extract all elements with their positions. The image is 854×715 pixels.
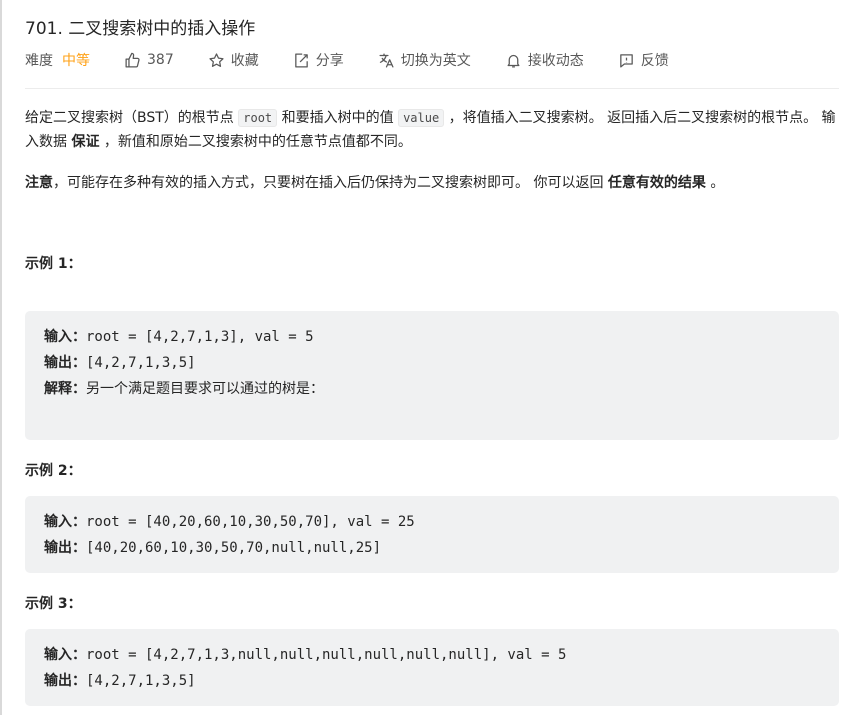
example-2-output-line: 输出：[40,20,60,10,30,50,70,null,null,25] <box>44 535 820 561</box>
description-text: ，可能存在多种有效的插入方式，只要树在插入后仍保持为二叉搜索树即可。 你可以返回 <box>53 175 608 191</box>
star-icon <box>208 52 225 69</box>
difficulty-label: 难度 <box>25 53 53 69</box>
page-title: 701. 二叉搜索树中的插入操作 <box>25 19 256 39</box>
header-divider <box>25 88 839 89</box>
example-2-output: [40,20,60,10,30,50,70,null,null,25] <box>86 540 382 556</box>
bold-guarantee: 保证 <box>71 134 100 150</box>
description-text: 给定二叉搜索树（BST）的根节点 <box>25 110 239 126</box>
switch-language-button[interactable]: 切换为英文 <box>378 50 471 70</box>
example-1-box: 输入：root = [4,2,7,1,3], val = 5 输出：[4,2,7… <box>25 311 839 440</box>
translate-icon <box>378 52 395 69</box>
input-label: 输入： <box>44 647 86 663</box>
feedback-label: 反馈 <box>640 53 669 69</box>
description-paragraph-1: 给定二叉搜索树（BST）的根节点 root 和要插入树中的值 value ，将值… <box>25 106 839 154</box>
example-2-box: 输入：root = [40,20,60,10,30,50,70], val = … <box>25 496 839 573</box>
share-button[interactable]: 分享 <box>293 50 344 70</box>
example-3-box: 输入：root = [4,2,7,1,3,null,null,null,null… <box>25 629 839 706</box>
example-3-input: root = [4,2,7,1,3,null,null,null,null,nu… <box>86 647 567 663</box>
description-paragraph-2: 注意，可能存在多种有效的插入方式，只要树在插入后仍保持为二叉搜索树即可。 你可以… <box>25 171 839 195</box>
example-3-title: 示例 3： <box>25 596 82 612</box>
notifications-label: 接收动态 <box>527 53 584 69</box>
example-3-output: [4,2,7,1,3,5] <box>86 673 196 689</box>
bold-note: 注意 <box>25 175 53 191</box>
share-icon <box>293 52 310 69</box>
example-1-explanation: 另一个满足题目要求可以通过的树是： <box>86 381 324 397</box>
input-label: 输入： <box>44 329 86 345</box>
problem-meta-bar: 难度 中等 387 收藏 分享 切换为英文 接收动态 反馈 <box>25 50 669 70</box>
output-label: 输出： <box>44 355 86 371</box>
example-2-title: 示例 2： <box>25 463 82 479</box>
switch-language-label: 切换为英文 <box>400 53 471 69</box>
bell-icon <box>505 52 522 69</box>
difficulty-value: 中等 <box>62 53 90 69</box>
example-2-input: root = [40,20,60,10,30,50,70], val = 25 <box>86 514 415 530</box>
inline-code-value: value <box>398 109 445 127</box>
favorite-button[interactable]: 收藏 <box>208 50 259 70</box>
example-1-input: root = [4,2,7,1,3], val = 5 <box>86 329 314 345</box>
inline-code-root: root <box>238 109 278 127</box>
like-button[interactable]: 387 <box>124 52 174 69</box>
description-text: 。 <box>705 175 725 191</box>
example-1-output: [4,2,7,1,3,5] <box>86 355 196 371</box>
bold-any-valid-result: 任意有效的结果 <box>607 175 706 191</box>
like-count: 387 <box>147 52 174 68</box>
share-label: 分享 <box>315 53 344 69</box>
example-3-input-line: 输入：root = [4,2,7,1,3,null,null,null,null… <box>44 642 820 668</box>
output-label: 输出： <box>44 540 86 556</box>
example-1-explanation-line: 解释：另一个满足题目要求可以通过的树是： <box>44 376 820 402</box>
example-1-input-line: 输入：root = [4,2,7,1,3], val = 5 <box>44 324 820 350</box>
left-panel-border <box>0 0 2 715</box>
example-1-output-line: 输出：[4,2,7,1,3,5] <box>44 350 820 376</box>
thumbs-up-icon <box>124 52 141 69</box>
example-2-input-line: 输入：root = [40,20,60,10,30,50,70], val = … <box>44 509 820 535</box>
output-label: 输出： <box>44 673 86 689</box>
example-3-output-line: 输出：[4,2,7,1,3,5] <box>44 668 820 694</box>
feedback-icon <box>618 52 635 69</box>
notifications-button[interactable]: 接收动态 <box>505 50 584 70</box>
explanation-label: 解释： <box>44 381 86 397</box>
favorite-label: 收藏 <box>230 53 259 69</box>
example-1-title: 示例 1： <box>25 256 82 272</box>
description-text: 和要插入树中的值 <box>277 110 399 126</box>
input-label: 输入： <box>44 514 86 530</box>
feedback-button[interactable]: 反馈 <box>618 50 669 70</box>
description-text: ，新值和原始二叉搜索树中的任意节点值都不同。 <box>99 134 412 150</box>
